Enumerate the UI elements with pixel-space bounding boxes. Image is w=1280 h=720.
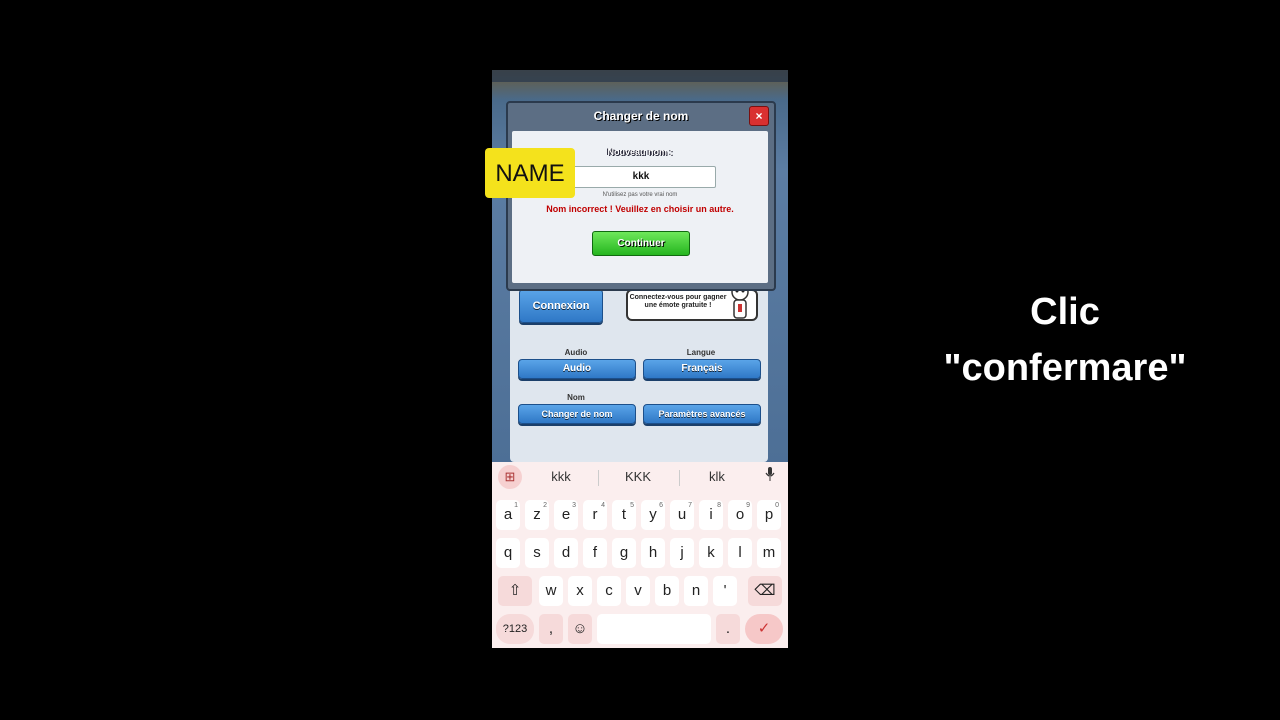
key-number-hint: 0 bbox=[775, 502, 779, 509]
langue-label: Langue bbox=[686, 348, 716, 357]
key-m[interactable]: m bbox=[757, 538, 781, 568]
key-n[interactable]: n bbox=[684, 576, 708, 606]
key-u[interactable]: u7 bbox=[670, 500, 694, 530]
key-number-hint: 4 bbox=[601, 502, 605, 509]
key-number-hint: 3 bbox=[572, 502, 576, 509]
key-r[interactable]: r4 bbox=[583, 500, 607, 530]
key-d[interactable]: d bbox=[554, 538, 578, 568]
key-c[interactable]: c bbox=[597, 576, 621, 606]
error-message: Nom incorrect ! Veuillez en choisir un a… bbox=[546, 204, 734, 214]
key-y[interactable]: y6 bbox=[641, 500, 665, 530]
emoji-icon[interactable]: ☺ bbox=[568, 614, 592, 644]
langue-button[interactable]: Français bbox=[643, 359, 761, 379]
key-v[interactable]: v bbox=[626, 576, 650, 606]
dialog-title: Changer de nom bbox=[593, 109, 689, 123]
connexion-button[interactable]: Connexion bbox=[519, 289, 603, 323]
suggestion[interactable]: klk bbox=[688, 462, 746, 492]
caption-line-2: "confermare" bbox=[943, 347, 1187, 389]
audio-button[interactable]: Audio bbox=[518, 359, 636, 379]
key-number-hint: 8 bbox=[717, 502, 721, 509]
close-icon[interactable]: × bbox=[749, 106, 769, 126]
suggestion[interactable]: KKK bbox=[609, 462, 667, 492]
divider bbox=[679, 470, 680, 486]
game-top-bar bbox=[492, 70, 788, 82]
key-number-hint: 1 bbox=[514, 502, 518, 509]
key-w[interactable]: w bbox=[539, 576, 563, 606]
key-z[interactable]: z2 bbox=[525, 500, 549, 530]
key-g[interactable]: g bbox=[612, 538, 636, 568]
key-b[interactable]: b bbox=[655, 576, 679, 606]
key-h[interactable]: h bbox=[641, 538, 665, 568]
comma-key[interactable]: , bbox=[539, 614, 563, 644]
key-j[interactable]: j bbox=[670, 538, 694, 568]
key-e[interactable]: e3 bbox=[554, 500, 578, 530]
keyboard: ⊞ kkk KKK klk a1z2e3r4t5y6u7i8o9p0 qsdfg… bbox=[492, 462, 788, 648]
key-s[interactable]: s bbox=[525, 538, 549, 568]
nom-label: Nom bbox=[567, 393, 585, 402]
continue-button[interactable]: Continuer bbox=[592, 231, 690, 256]
change-name-button[interactable]: Changer de nom bbox=[518, 404, 636, 424]
key-apostrophe[interactable]: ' bbox=[713, 576, 737, 606]
key-o[interactable]: o9 bbox=[728, 500, 752, 530]
key-number-hint: 5 bbox=[630, 502, 634, 509]
name-overlay-tag: NAME bbox=[485, 148, 575, 198]
divider bbox=[598, 470, 599, 486]
advanced-settings-button[interactable]: Paramètres avancés bbox=[643, 404, 761, 424]
key-number-hint: 7 bbox=[688, 502, 692, 509]
period-key[interactable]: . bbox=[716, 614, 740, 644]
apps-icon[interactable]: ⊞ bbox=[498, 465, 522, 489]
key-q[interactable]: q bbox=[496, 538, 520, 568]
key-p[interactable]: p0 bbox=[757, 500, 781, 530]
mic-icon[interactable] bbox=[760, 467, 780, 487]
space-key[interactable] bbox=[597, 614, 711, 644]
key-i[interactable]: i8 bbox=[699, 500, 723, 530]
key-number-hint: 6 bbox=[659, 502, 663, 509]
suggestion[interactable]: kkk bbox=[532, 462, 590, 492]
shift-key[interactable]: ⇧ bbox=[498, 576, 532, 606]
key-x[interactable]: x bbox=[568, 576, 592, 606]
instruction-caption: Clic "confermare" bbox=[930, 284, 1200, 396]
enter-key[interactable]: ✓ bbox=[745, 614, 783, 644]
audio-label: Audio bbox=[564, 348, 588, 357]
key-l[interactable]: l bbox=[728, 538, 752, 568]
key-number-hint: 2 bbox=[543, 502, 547, 509]
backspace-key[interactable]: ⌫ bbox=[748, 576, 782, 606]
key-f[interactable]: f bbox=[583, 538, 607, 568]
key-a[interactable]: a1 bbox=[496, 500, 520, 530]
caption-line-1: Clic bbox=[1030, 291, 1100, 333]
key-t[interactable]: t5 bbox=[612, 500, 636, 530]
key-k[interactable]: k bbox=[699, 538, 723, 568]
symbols-key[interactable]: ?123 bbox=[496, 614, 534, 644]
name-input[interactable]: kkk bbox=[566, 166, 716, 188]
key-number-hint: 9 bbox=[746, 502, 750, 509]
